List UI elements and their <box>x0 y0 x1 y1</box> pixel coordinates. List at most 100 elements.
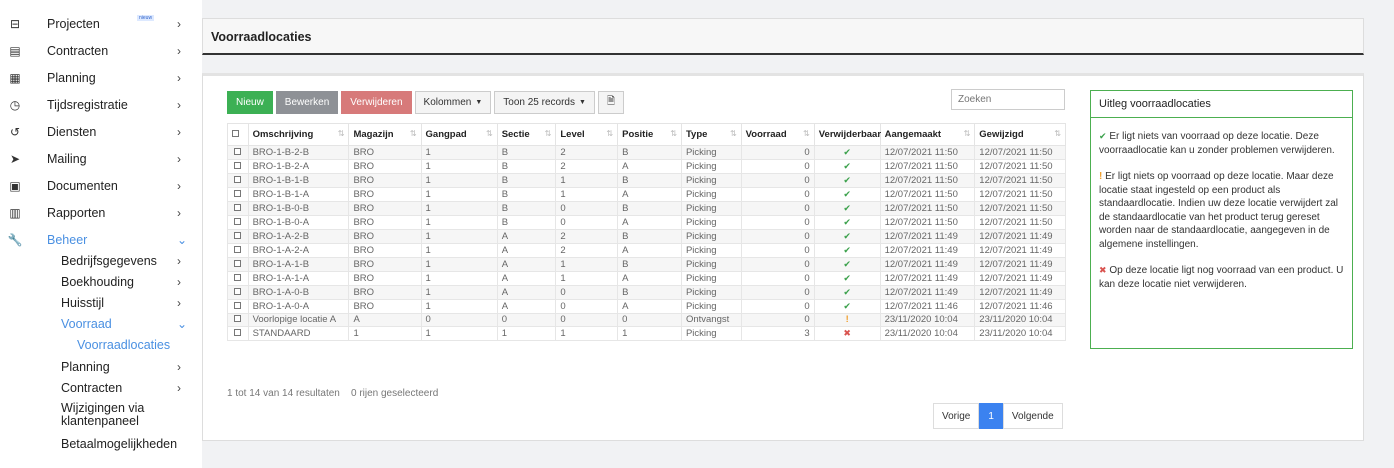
col-header[interactable]: Aangemaakt ⇅ <box>879 123 976 146</box>
row-checkbox[interactable] <box>234 203 242 211</box>
row-checkbox[interactable] <box>234 175 242 183</box>
table-row[interactable]: BRO-1-B-0-B BRO 1 B 0 B Picking 0 ✔ 12/07/2021 11… <box>227 201 1066 216</box>
show-records-button[interactable]: Toon 25 records ▼ <box>494 91 595 114</box>
row-select-cell[interactable] <box>227 145 249 160</box>
row-select-cell[interactable] <box>227 229 249 244</box>
sidebar-item-documenten[interactable]: ▣ Documenten › <box>0 175 202 197</box>
table-cell: A <box>617 215 682 230</box>
sidebar-item-tijdsregistratie[interactable]: ◷ Tijdsregistratie › <box>0 94 202 116</box>
sidebar-item-beheer[interactable]: 🔧 Beheer ⌄ <box>0 229 202 251</box>
row-select-cell[interactable] <box>227 271 249 286</box>
col-header[interactable]: Gewijzigd ⇅ <box>974 123 1066 146</box>
col-header[interactable]: Positie ⇅ <box>617 123 682 146</box>
col-header[interactable]: Sectie ⇅ <box>496 123 557 146</box>
table-row[interactable]: BRO-1-A-2-B BRO 1 A 2 B Picking 0 ✔ 12/07/2021 11… <box>227 229 1066 244</box>
table-cell: ! <box>813 312 881 328</box>
row-checkbox[interactable] <box>234 315 242 323</box>
col-header[interactable]: Voorraad ⇅ <box>740 123 815 146</box>
table-cell: 0 <box>555 215 619 230</box>
table-cell: 0 <box>740 299 815 314</box>
table-row[interactable]: BRO-1-B-0-A BRO 1 B 0 A Picking 0 ✔ 12/07/2021 11… <box>227 215 1066 230</box>
row-checkbox[interactable] <box>234 259 242 267</box>
exclamation-icon: ! <box>845 314 849 326</box>
table-row[interactable]: Voorlopige locatie A A 0 0 0 0 Ontvangst 0! 23/1… <box>227 312 1066 328</box>
sidebar-item-projecten[interactable]: ⊟ Projecten nieuw › <box>0 13 202 35</box>
row-checkbox[interactable] <box>234 287 242 295</box>
col-header[interactable]: Level ⇅ <box>555 123 619 146</box>
row-select-cell[interactable] <box>227 299 249 314</box>
table-row[interactable]: BRO-1-B-2-B BRO 1 B 2 B Picking 0 ✔ 12/07/2021 11… <box>227 145 1066 160</box>
page-1-button[interactable]: 1 <box>979 403 1003 429</box>
search-input[interactable] <box>951 89 1065 110</box>
col-header[interactable]: Type ⇅ <box>680 123 742 146</box>
row-select-cell[interactable] <box>227 326 249 342</box>
edit-button[interactable]: Bewerken <box>275 91 339 114</box>
row-checkbox[interactable] <box>234 231 242 239</box>
table-row[interactable]: BRO-1-A-2-A BRO 1 A 2 A Picking 0 ✔ 12/07/2021 11… <box>227 243 1066 258</box>
sidebar-item-voorraad[interactable]: Voorraad ⌄ <box>0 313 202 335</box>
row-select-cell[interactable] <box>227 215 249 230</box>
select-all-header[interactable] <box>227 123 249 146</box>
chevron-right-icon: › <box>177 44 181 58</box>
sidebar-item-diensten[interactable]: ↺ Diensten › <box>0 121 202 143</box>
table-cell: 12/07/2021 11:49 <box>879 229 976 244</box>
row-select-cell[interactable] <box>227 243 249 258</box>
sidebar-item-mailing[interactable]: ➤ Mailing › <box>0 148 202 170</box>
sort-icon: ⇅ <box>1054 129 1061 138</box>
row-select-cell[interactable] <box>227 159 249 174</box>
row-checkbox[interactable] <box>234 273 242 281</box>
row-checkbox[interactable] <box>234 189 242 197</box>
columns-button[interactable]: Kolommen ▼ <box>414 91 492 114</box>
row-select-cell[interactable] <box>227 312 249 328</box>
row-checkbox[interactable] <box>234 301 242 309</box>
table-cell: 12/07/2021 11:50 <box>879 187 976 202</box>
table-row[interactable]: BRO-1-A-1-B BRO 1 A 1 B Picking 0 ✔ 12/07/2021 11… <box>227 257 1066 272</box>
sidebar-item-boekhouding[interactable]: Boekhouding › <box>0 271 202 293</box>
col-header[interactable]: Magazijn ⇅ <box>348 123 422 146</box>
table-cell: Picking <box>680 187 742 202</box>
row-checkbox[interactable] <box>234 328 242 336</box>
table-row[interactable]: BRO-1-A-0-B BRO 1 A 0 B Picking 0 ✔ 12/07/2021 11… <box>227 285 1066 300</box>
sidebar-item-rapporten[interactable]: ▥ Rapporten › <box>0 202 202 224</box>
next-page-button[interactable]: Volgende <box>1002 403 1063 429</box>
table-cell: Picking <box>680 159 742 174</box>
sidebar-item-betaalmogelijkheden[interactable]: Betaalmogelijkheden <box>0 433 202 455</box>
sidebar-item-voorraadlocaties[interactable]: Voorraadlocaties <box>0 334 202 356</box>
table-cell: 2 <box>555 159 619 174</box>
table-row[interactable]: BRO-1-A-1-A BRO 1 A 1 A Picking 0 ✔ 12/07/2021 11… <box>227 271 1066 286</box>
col-header[interactable]: Verwijderbaar <box>813 123 881 146</box>
row-select-cell[interactable] <box>227 257 249 272</box>
delete-button[interactable]: Verwijderen <box>341 91 412 114</box>
chevron-right-icon: › <box>177 275 181 289</box>
row-checkbox[interactable] <box>234 147 242 155</box>
sidebar-item-bedrijfsgegevens[interactable]: Bedrijfsgegevens › <box>0 250 202 272</box>
row-select-cell[interactable] <box>227 173 249 188</box>
row-select-cell[interactable] <box>227 285 249 300</box>
table-cell: 2 <box>555 145 619 160</box>
sidebar-item-planning[interactable]: ▦ Planning › <box>0 67 202 89</box>
prev-page-button[interactable]: Vorige <box>933 403 980 429</box>
row-checkbox[interactable] <box>234 161 242 169</box>
row-select-cell[interactable] <box>227 201 249 216</box>
table-cell: 12/07/2021 11:50 <box>879 215 976 230</box>
select-all-checkbox[interactable] <box>232 130 239 137</box>
row-checkbox[interactable] <box>234 217 242 225</box>
table-cell: A <box>617 299 682 314</box>
table-row[interactable]: BRO-1-B-1-B BRO 1 B 1 B Picking 0 ✔ 12/07/2021 11… <box>227 173 1066 188</box>
table-row[interactable]: STANDAARD 1 1 1 1 1 Picking 3 ✖ 23/11/2020 10:04 2… <box>227 326 1066 342</box>
table-row[interactable]: BRO-1-B-2-A BRO 1 B 2 A Picking 0 ✔ 12/07/2021 11… <box>227 159 1066 174</box>
new-button[interactable]: Nieuw <box>227 91 273 114</box>
table-cell: Picking <box>680 243 742 258</box>
col-header[interactable]: Omschrijving ⇅ <box>247 123 350 146</box>
col-header[interactable]: Gangpad ⇅ <box>420 123 498 146</box>
row-checkbox[interactable] <box>234 245 242 253</box>
table-row[interactable]: BRO-1-B-1-A BRO 1 B 1 A Picking 0 ✔ 12/07/2021 11… <box>227 187 1066 202</box>
table-row[interactable]: BRO-1-A-0-A BRO 1 A 0 A Picking 0 ✔ 12/07/2021 11… <box>227 299 1066 314</box>
row-select-cell[interactable] <box>227 187 249 202</box>
sidebar-item-wijzigingen[interactable]: Wijzigingen via klantenpaneel <box>0 401 202 429</box>
export-excel-button[interactable]: 🗎 <box>597 91 624 114</box>
sidebar-item-planning-sub[interactable]: Planning › <box>0 356 202 378</box>
sidebar-item-huisstijl[interactable]: Huisstijl › <box>0 292 202 314</box>
sidebar-item-contracten[interactable]: ▤ Contracten › <box>0 40 202 62</box>
sidebar-item-contracten-sub[interactable]: Contracten › <box>0 377 202 399</box>
